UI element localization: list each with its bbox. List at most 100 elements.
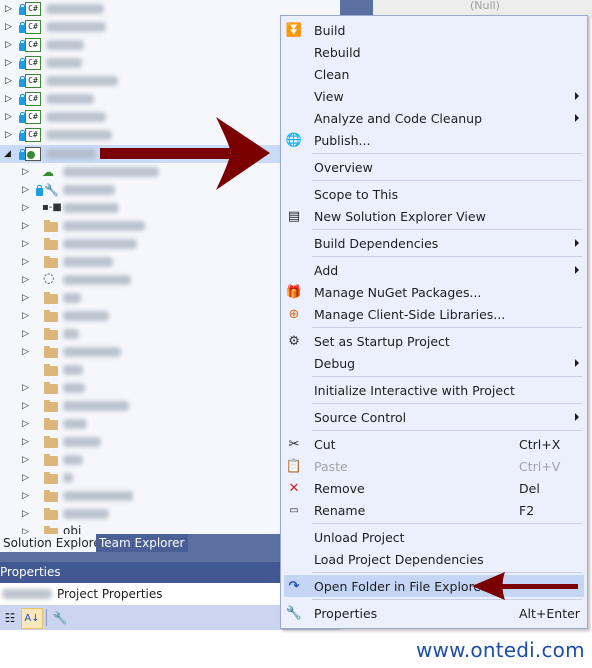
expand-icon[interactable]: ▷ <box>22 419 32 429</box>
folder-icon <box>44 292 58 304</box>
expand-icon[interactable]: ▷ <box>22 527 32 534</box>
menu-item-cut[interactable]: ✂ Cut Ctrl+X <box>281 433 587 455</box>
toolbar-separator <box>46 609 47 626</box>
menu-item-manage-client-side-libraries[interactable]: ⊕ Manage Client-Side Libraries... <box>281 303 587 325</box>
open-folder-icon: ↷ <box>288 578 300 594</box>
folder-icon <box>44 454 58 466</box>
expand-icon[interactable]: ▷ <box>22 167 32 177</box>
menu-item-build-dependencies[interactable]: Build Dependencies <box>281 232 587 254</box>
expand-icon[interactable]: ▷ <box>22 257 32 267</box>
property-pages-button[interactable]: 🔧 <box>50 608 70 627</box>
folder-icon <box>44 220 58 232</box>
submenu-arrow-icon <box>575 239 579 247</box>
expand-icon[interactable]: ▷ <box>5 58 15 68</box>
expand-icon[interactable]: ▷ <box>22 203 32 213</box>
blurred-item-name <box>63 383 85 393</box>
expand-icon[interactable]: ▷ <box>22 509 32 519</box>
expand-icon[interactable]: ▷ <box>22 239 32 249</box>
menu-item-new-solution-explorer-view[interactable]: ▤ New Solution Explorer View <box>281 205 587 227</box>
tab-team-explorer[interactable]: Team Explorer <box>96 534 188 552</box>
menu-item-publish[interactable]: 🌐 Publish... <box>281 129 587 151</box>
blurred-item-name <box>63 437 101 447</box>
expand-icon[interactable]: ▷ <box>5 76 15 86</box>
menu-item-analyze-code-cleanup[interactable]: Analyze and Code Cleanup <box>281 107 587 129</box>
menu-item-manage-nuget[interactable]: 🎁 Manage NuGet Packages... <box>281 281 587 303</box>
submenu-arrow-icon <box>575 92 579 100</box>
blurred-item-name <box>63 455 83 465</box>
menu-item-view[interactable]: View <box>281 85 587 107</box>
expand-icon[interactable]: ▷ <box>5 22 15 32</box>
menu-separator <box>312 523 582 524</box>
folder-icon <box>44 310 58 322</box>
expand-icon[interactable]: ▷ <box>22 401 32 411</box>
folder-icon <box>44 508 58 520</box>
expand-icon[interactable]: ▷ <box>5 40 15 50</box>
menu-item-paste[interactable]: 📋 Paste Ctrl+V <box>281 455 587 477</box>
expand-icon[interactable]: ▷ <box>22 455 32 465</box>
menu-item-properties[interactable]: 🔧 Properties Alt+Enter <box>281 602 587 624</box>
expand-icon[interactable]: ▷ <box>5 112 15 122</box>
expand-icon[interactable]: ▷ <box>5 94 15 104</box>
expand-icon[interactable]: ▷ <box>22 383 32 393</box>
menu-item-label: Paste <box>314 458 348 474</box>
blurred-project-name <box>46 58 82 68</box>
expand-icon[interactable]: ▷ <box>22 311 32 321</box>
menu-item-label: Publish... <box>314 132 371 148</box>
expand-icon[interactable]: ▷ <box>22 437 32 447</box>
menu-item-unload-project[interactable]: Unload Project <box>281 526 587 548</box>
menu-item-set-startup-project[interactable]: ⚙ Set as Startup Project <box>281 330 587 352</box>
blurred-project-name <box>46 112 106 122</box>
expand-icon[interactable]: ▷ <box>22 473 32 483</box>
blurred-project-name <box>46 76 118 86</box>
expand-icon[interactable]: ▷ <box>5 130 15 140</box>
submenu-arrow-icon <box>575 266 579 274</box>
expand-icon[interactable]: ▷ <box>22 221 32 231</box>
wrench-icon: 🔧 <box>44 183 59 197</box>
folder-icon <box>44 490 58 502</box>
new-view-icon: ▤ <box>287 208 301 224</box>
menu-item-overview[interactable]: Overview <box>281 156 587 178</box>
menu-item-label: Remove <box>314 480 365 496</box>
menu-item-scope-to-this[interactable]: Scope to This <box>281 183 587 205</box>
menu-item-label: Initialize Interactive with Project <box>314 382 515 398</box>
blurred-item-name <box>63 365 83 375</box>
expand-icon[interactable]: ▷ <box>22 293 32 303</box>
menu-item-label: Manage Client-Side Libraries... <box>314 306 506 322</box>
menu-item-rename[interactable]: ▭ Rename F2 <box>281 499 587 521</box>
menu-separator <box>312 430 582 431</box>
menu-item-label: Load Project Dependencies <box>314 551 484 567</box>
tab-solution-explorer[interactable]: Solution Explorer <box>0 534 109 552</box>
watermark: www.ontedi.com <box>416 638 585 662</box>
collapse-icon[interactable]: ◢ <box>4 149 14 159</box>
build-icon: ⏬ <box>285 22 303 38</box>
expand-icon[interactable]: ▷ <box>5 4 15 14</box>
blurred-item-name <box>63 185 115 195</box>
menu-item-build[interactable]: ⏬ Build <box>281 19 587 41</box>
categorized-button[interactable]: ☷ <box>0 608 20 627</box>
categorized-icon: ☷ <box>4 610 16 625</box>
menu-item-open-folder-in-file-explorer[interactable]: ↷ Open Folder in File Explorer <box>284 575 584 597</box>
menu-item-load-project-dependencies[interactable]: Load Project Dependencies <box>281 548 587 570</box>
expand-icon[interactable]: ▷ <box>22 329 32 339</box>
expand-icon[interactable]: ▷ <box>22 491 32 501</box>
expand-icon[interactable]: ▷ <box>22 185 32 195</box>
menu-item-source-control[interactable]: Source Control <box>281 406 587 428</box>
menu-item-clean[interactable]: Clean <box>281 63 587 85</box>
menu-item-remove[interactable]: ✕ Remove Del <box>281 477 587 499</box>
expand-icon[interactable]: ▷ <box>22 275 32 285</box>
remove-icon: ✕ <box>288 480 300 496</box>
alphabetical-sort-icon: A↓ <box>24 613 40 624</box>
menu-item-add[interactable]: Add <box>281 259 587 281</box>
menu-separator <box>312 327 582 328</box>
blurred-object-name <box>2 589 52 599</box>
csharp-project-icon: C# <box>25 2 41 16</box>
menu-item-initialize-interactive[interactable]: Initialize Interactive with Project <box>281 379 587 401</box>
menu-item-debug[interactable]: Debug <box>281 352 587 374</box>
submenu-arrow-icon <box>575 114 579 122</box>
menu-item-label: Set as Startup Project <box>314 333 450 349</box>
expand-icon[interactable]: ▷ <box>22 347 32 357</box>
folder-icon <box>44 436 58 448</box>
menu-item-rebuild[interactable]: Rebuild <box>281 41 587 63</box>
menu-item-label: Rebuild <box>314 44 361 60</box>
alphabetical-button[interactable]: A↓ <box>21 608 43 629</box>
